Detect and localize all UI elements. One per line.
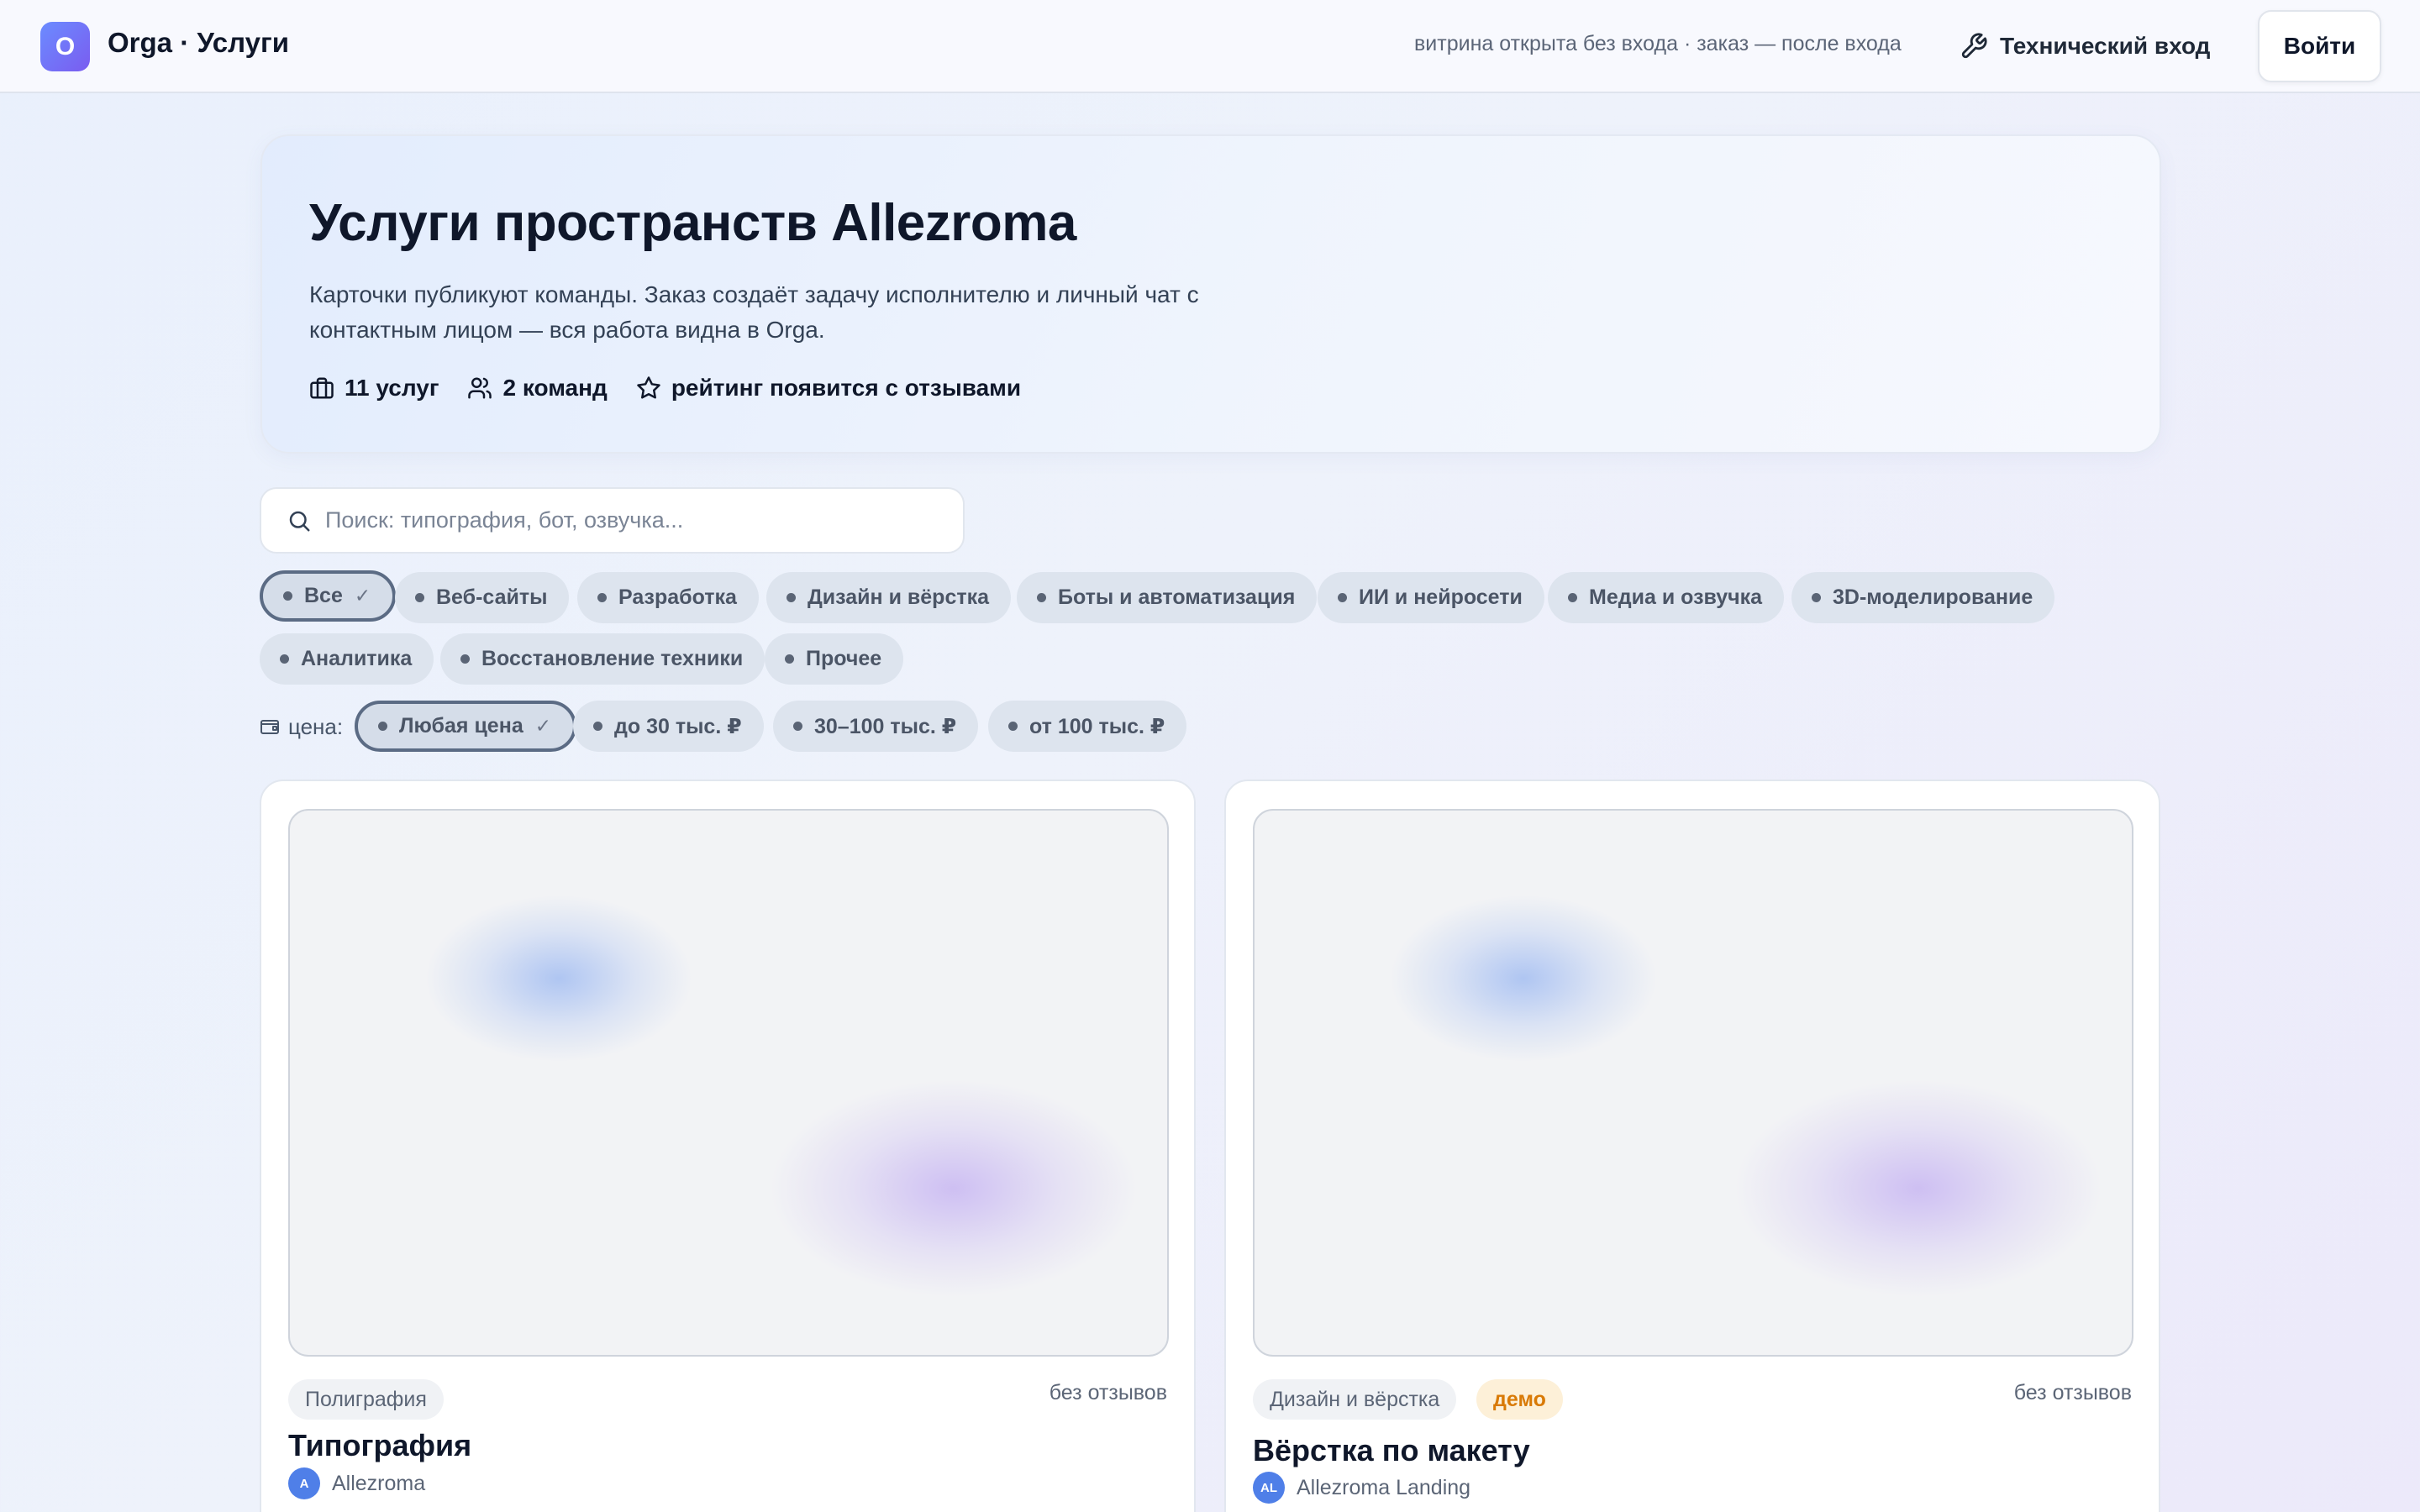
app-title[interactable]: Orga · Услуги [108,27,289,59]
services-count: 11 услуг [309,375,439,402]
chip-dot [793,722,802,731]
category-badge: Дизайн и вёрстка [1253,1379,1457,1420]
card-image-placeholder [1253,809,2133,1357]
search-icon [289,511,310,531]
reviews-status: без отзывов [1049,1381,1167,1404]
chip-label: 30–100 тыс. ₽ [814,714,957,738]
hero-panel: Услуги пространств Allezroma Карточки пу… [260,134,2161,454]
chip-label: Боты и автоматизация [1058,585,1296,609]
decor-blob [769,1079,1139,1298]
rating-note: рейтинг появится с отзывами [636,375,1021,402]
demo-badge: демо [1476,1379,1563,1420]
price-chip-over-100k[interactable]: от 100 тыс. ₽ [988,701,1187,752]
hero-stats: 11 услуг 2 команд рейтинг появится с отз… [309,375,1021,402]
category-chip-design[interactable]: Дизайн и вёрстка [766,572,1012,623]
check-icon: ✓ [354,585,371,606]
chip-label: Медиа и озвучка [1589,585,1763,609]
service-card[interactable]: Полиграфия без отзывов Типография A Alle… [260,780,1196,1512]
service-card[interactable]: Дизайн и вёрстка демо без отзывов Вёрстк… [1224,780,2160,1512]
chip-dot [597,593,607,602]
services-count-label: 11 услуг [345,375,439,401]
category-chip-all[interactable]: Все ✓ [260,570,397,622]
chip-dot [785,654,794,664]
search-input[interactable] [325,507,947,533]
team-avatar: A [288,1467,320,1499]
team-name: Allezroma [332,1471,426,1495]
chip-dot [460,654,470,664]
team-info[interactable]: A Allezroma [288,1467,425,1499]
price-chip-under-30k[interactable]: до 30 тыс. ₽ [573,701,764,752]
chip-label: Разработка [618,585,737,609]
team-name: Allezroma Landing [1297,1475,1471,1499]
rating-note-label: рейтинг появится с отзывами [671,375,1022,401]
category-chip-ai[interactable]: ИИ и нейросети [1318,572,1544,623]
login-button[interactable]: Войти [2258,10,2381,82]
category-chip-other[interactable]: Прочее [765,633,904,685]
chip-dot [415,593,424,602]
category-badge: Полиграфия [288,1379,444,1420]
price-chip-any[interactable]: Любая цена ✓ [355,701,576,752]
card-title[interactable]: Типография [288,1428,471,1463]
price-label-text: цена: [288,713,344,739]
chip-label: Любая цена [399,714,523,738]
chip-dot [280,654,289,664]
tech-login-link[interactable]: Технический вход [1960,25,2210,67]
chip-label: Дизайн и вёрстка [808,585,990,609]
category-chip-media[interactable]: Медиа и озвучка [1548,572,1785,623]
app-logo[interactable]: O [40,22,90,71]
teams-count-label: 2 команд [502,375,608,401]
wrench-icon [1961,33,1987,59]
page-description: Карточки публикуют команды. Заказ создаё… [309,281,1199,343]
chip-label: до 30 тыс. ₽ [614,714,742,738]
chip-dot [1338,593,1347,602]
category-chip-analytics[interactable]: Аналитика [260,633,434,685]
chip-dot [1568,593,1577,602]
briefcase-icon [310,377,334,399]
reviews-status: без отзывов [2013,1381,2132,1404]
decor-blob [1389,895,1658,1063]
category-chip-bots[interactable]: Боты и автоматизация [1017,572,1318,623]
tech-login-label: Технический вход [2000,33,2211,59]
category-chip-repair[interactable]: Восстановление техники [440,633,765,685]
search-box [260,487,965,554]
users-icon [468,377,492,399]
price-filter-label: цена: [260,710,343,743]
category-chip-websites[interactable]: Веб-сайты [395,572,570,623]
chip-label: от 100 тыс. ₽ [1029,714,1165,738]
chip-dot [1037,593,1046,602]
team-info[interactable]: AL Allezroma Landing [1253,1472,1470,1504]
check-icon: ✓ [534,715,551,737]
chip-label: Все [304,584,343,607]
card-title[interactable]: Вёрстка по макету [1253,1433,1530,1468]
teams-count: 2 команд [467,375,608,402]
team-avatar: AL [1253,1472,1285,1504]
chip-label: 3D-моделирование [1833,585,2033,609]
header-note: витрина открыта без входа · заказ — посл… [1414,32,1902,55]
category-chip-3d[interactable]: 3D-моделирование [1791,572,2055,623]
star-icon [637,376,660,399]
category-chip-development[interactable]: Разработка [577,572,759,623]
chip-dot [1812,593,1821,602]
chip-dot [1008,722,1018,731]
page-title: Услуги пространств Allezroma [309,194,1076,252]
chip-label: Восстановление техники [481,647,744,670]
chip-dot [378,722,387,731]
card-image-placeholder [288,809,1169,1357]
chip-dot [786,593,796,602]
price-chip-30-100k[interactable]: 30–100 тыс. ₽ [773,701,979,752]
decor-blob [1733,1079,2103,1298]
chip-label: ИИ и нейросети [1359,585,1523,609]
wallet-icon [260,720,279,734]
chip-label: Прочее [806,647,882,670]
chip-dot [283,591,292,601]
chip-dot [593,722,602,731]
top-bar: O Orga · Услуги витрина открыта без вход… [0,0,2420,93]
decor-blob [424,895,693,1063]
chip-label: Аналитика [301,647,413,670]
chip-label: Веб-сайты [436,585,548,609]
